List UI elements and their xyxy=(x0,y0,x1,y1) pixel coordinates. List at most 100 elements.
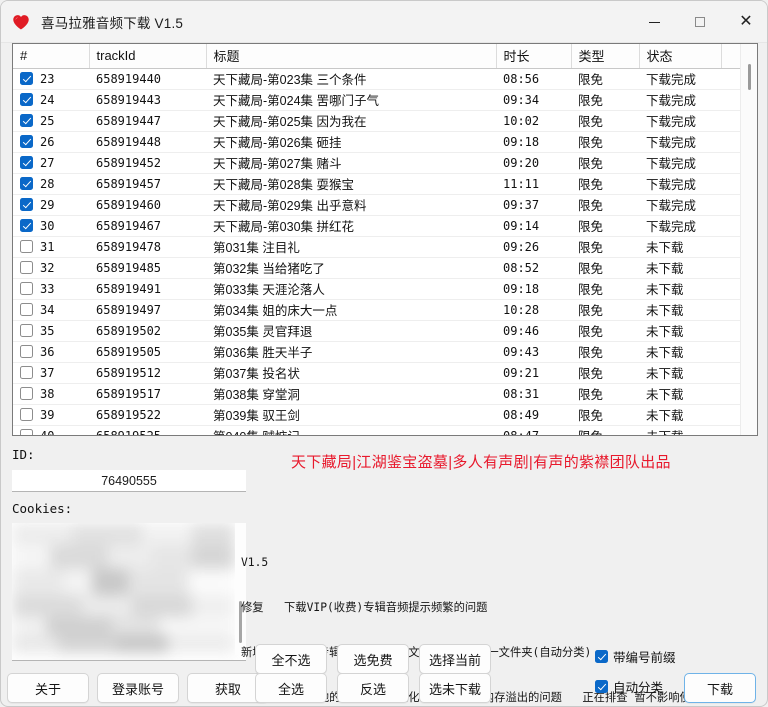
invert-selection-button[interactable]: 反选 xyxy=(337,673,409,703)
cell-index[interactable]: 37 xyxy=(13,362,89,384)
select-undownloaded-button[interactable]: 选未下载 xyxy=(419,673,491,703)
cell-status: 未下载 xyxy=(639,404,721,426)
table-row[interactable]: 30 658919467 天下藏局-第030集 拼红花 09:14 限免 下载完成 xyxy=(13,215,741,237)
checkbox-auto-classify-icon[interactable] xyxy=(595,680,608,693)
row-index-label: 31 xyxy=(40,239,55,254)
track-table[interactable]: # trackId 标题 时长 类型 状态 23 658919440 天下藏局-第0… xyxy=(12,43,758,436)
option-auto-classify[interactable]: 自动分类 xyxy=(595,677,663,696)
row-checkbox-icon[interactable] xyxy=(20,366,33,379)
cell-index[interactable]: 28 xyxy=(13,173,89,195)
row-checkbox-icon[interactable] xyxy=(20,156,33,169)
cell-index[interactable]: 31 xyxy=(13,236,89,258)
option-number-prefix[interactable]: 带编号前缀 xyxy=(595,647,676,666)
row-checkbox-icon[interactable] xyxy=(20,240,33,253)
cell-index[interactable]: 33 xyxy=(13,278,89,300)
row-checkbox-icon[interactable] xyxy=(20,261,33,274)
select-current-button[interactable]: 选择当前 xyxy=(419,644,491,674)
row-checkbox-icon[interactable] xyxy=(20,345,33,358)
row-checkbox-icon[interactable] xyxy=(20,177,33,190)
cell-index[interactable]: 40 xyxy=(13,425,89,435)
cell-index[interactable]: 24 xyxy=(13,89,89,111)
row-index-label: 33 xyxy=(40,281,55,296)
cell-type: 限免 xyxy=(571,257,639,279)
cell-spacer xyxy=(721,425,741,435)
select-free-button[interactable]: 选免费 xyxy=(337,644,409,674)
cell-status: 未下载 xyxy=(639,320,721,342)
table-scrollbar[interactable] xyxy=(740,44,757,435)
row-checkbox-icon[interactable] xyxy=(20,93,33,106)
table-row[interactable]: 25 658919447 天下藏局-第025集 因为我在 10:02 限免 下载完成 xyxy=(13,110,741,132)
row-checkbox-icon[interactable] xyxy=(20,429,33,435)
row-checkbox-icon[interactable] xyxy=(20,408,33,421)
table-row[interactable]: 38 658919517 第038集 穿堂洞 08:31 限免 未下载 xyxy=(13,383,741,405)
close-button[interactable]: ✕ xyxy=(723,1,767,43)
row-index-label: 39 xyxy=(40,407,55,422)
row-checkbox-icon[interactable] xyxy=(20,198,33,211)
cell-index[interactable]: 29 xyxy=(13,194,89,216)
row-checkbox-icon[interactable] xyxy=(20,219,33,232)
column-header-index[interactable]: # xyxy=(13,44,90,69)
checkbox-number-prefix-icon[interactable] xyxy=(595,650,608,663)
cell-index[interactable]: 26 xyxy=(13,131,89,153)
column-header-status[interactable]: 状态 xyxy=(639,44,722,69)
table-scrollbar-thumb[interactable] xyxy=(748,64,751,90)
minimize-button[interactable] xyxy=(631,1,677,43)
row-checkbox-icon[interactable] xyxy=(20,387,33,400)
cell-status: 下载完成 xyxy=(639,215,721,237)
login-button[interactable]: 登录账号 xyxy=(97,673,179,703)
cell-index[interactable]: 25 xyxy=(13,110,89,132)
table-row[interactable]: 33 658919491 第033集 天涯沦落人 09:18 限免 未下载 xyxy=(13,278,741,300)
table-row[interactable]: 26 658919448 天下藏局-第026集 砸挂 09:18 限免 下载完成 xyxy=(13,131,741,153)
table-row[interactable]: 31 658919478 第031集 注目礼 09:26 限免 未下载 xyxy=(13,236,741,258)
row-checkbox-icon[interactable] xyxy=(20,135,33,148)
row-checkbox-icon[interactable] xyxy=(20,324,33,337)
cell-index[interactable]: 38 xyxy=(13,383,89,405)
table-row[interactable]: 32 658919485 第032集 当给猪吃了 08:52 限免 未下载 xyxy=(13,257,741,279)
cell-trackid: 658919478 xyxy=(89,236,206,258)
table-row[interactable]: 40 658919525第040集 贼惦记08:47限免未下载 xyxy=(13,425,741,435)
row-index-label: 27 xyxy=(40,155,55,170)
select-all-button[interactable]: 全选 xyxy=(255,673,327,703)
table-row[interactable]: 23 658919440 天下藏局-第023集 三个条件 08:56 限免 下载完成 xyxy=(13,68,741,90)
column-header-title[interactable]: 标题 xyxy=(206,44,497,69)
row-checkbox-icon[interactable] xyxy=(20,114,33,127)
cell-status: 下载完成 xyxy=(639,89,721,111)
cell-index[interactable]: 36 xyxy=(13,341,89,363)
cell-index[interactable]: 32 xyxy=(13,257,89,279)
option-number-prefix-label: 带编号前缀 xyxy=(613,651,676,665)
id-input[interactable] xyxy=(12,470,246,492)
cell-index[interactable]: 35 xyxy=(13,320,89,342)
table-row[interactable]: 36 658919505 第036集 胜天半子 09:43 限免 未下载 xyxy=(13,341,741,363)
column-header-trackid[interactable]: trackId xyxy=(89,44,207,69)
cell-index[interactable]: 23 xyxy=(13,68,89,90)
cell-index[interactable]: 27 xyxy=(13,152,89,174)
maximize-button[interactable] xyxy=(677,1,723,43)
row-checkbox-icon[interactable] xyxy=(20,72,33,85)
cell-index[interactable]: 39 xyxy=(13,404,89,426)
cell-title: 天下藏局-第023集 三个条件 xyxy=(206,68,496,90)
cell-status: 未下载 xyxy=(639,425,721,435)
cell-spacer xyxy=(721,404,741,426)
table-row[interactable]: 35 658919502 第035集 灵官拜退 09:46 限免 未下载 xyxy=(13,320,741,342)
row-checkbox-icon[interactable] xyxy=(20,282,33,295)
column-header-duration[interactable]: 时长 xyxy=(496,44,572,69)
table-row[interactable]: 34 658919497 第034集 姐的床大一点 10:28 限免 未下载 xyxy=(13,299,741,321)
cell-index[interactable]: 34 xyxy=(13,299,89,321)
cell-index[interactable]: 30 xyxy=(13,215,89,237)
cell-status: 未下载 xyxy=(639,362,721,384)
cell-type: 限免 xyxy=(571,173,639,195)
table-row[interactable]: 24 658919443 天下藏局-第024集 罟哪门子气 09:34 限免 下载完成 xyxy=(13,89,741,111)
cell-title: 第033集 天涯沦落人 xyxy=(206,278,496,300)
table-row[interactable]: 37 658919512 第037集 投名状 09:21 限免 未下载 xyxy=(13,362,741,384)
table-row[interactable]: 29 658919460 天下藏局-第029集 出乎意料 09:37 限免 下载完成 xyxy=(13,194,741,216)
download-button[interactable]: 下载 xyxy=(684,673,756,703)
column-header-type[interactable]: 类型 xyxy=(571,44,640,69)
table-row[interactable]: 28 658919457 天下藏局-第028集 耍猴宝 11:11 限免 下载完成 xyxy=(13,173,741,195)
table-row[interactable]: 39 658919522 第039集 驭王剑 08:49 限免 未下载 xyxy=(13,404,741,426)
promo-banner: 天下藏局|江湖鉴宝盗墓|多人有声剧|有声的紫襟团队出品 xyxy=(291,454,671,471)
table-row[interactable]: 27 658919452 天下藏局-第027集 赌斗 09:20 限免 下载完成 xyxy=(13,152,741,174)
about-button[interactable]: 关于 xyxy=(7,673,89,703)
cookies-input[interactable] xyxy=(12,523,246,661)
deselect-all-button[interactable]: 全不选 xyxy=(255,644,327,674)
row-checkbox-icon[interactable] xyxy=(20,303,33,316)
